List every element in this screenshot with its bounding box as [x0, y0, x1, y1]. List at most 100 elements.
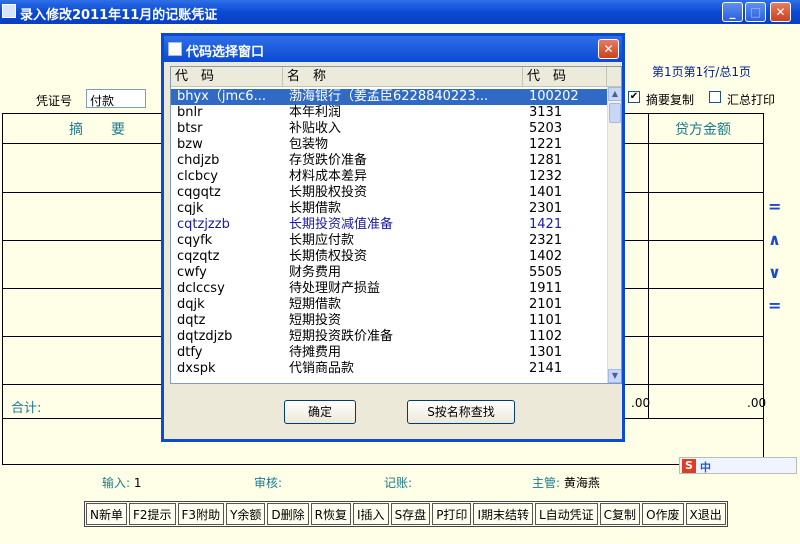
name-cell: 短期投资跌价准备 — [289, 329, 394, 344]
total-label: 合计: — [11, 401, 42, 416]
col-code-header[interactable]: 代 码 — [171, 67, 283, 87]
name-cell: 短期借款 — [289, 297, 342, 312]
code-list-header: 代 码 名 称 代 码 — [171, 67, 621, 87]
nav-first-button[interactable]: = — [768, 197, 781, 216]
scroll-up-icon[interactable]: ▲ — [608, 87, 621, 101]
total-credit: .00 — [747, 396, 767, 410]
code-list-scrollbar[interactable]: ▲ ▼ — [607, 87, 621, 383]
dialog-title-bar: 代码选择窗口 ✕ — [164, 36, 622, 62]
code-list-item[interactable]: bzw 包装物 1221 — [171, 137, 607, 153]
page-info: 第1页第1行/总1页 — [652, 65, 751, 79]
code-cell: dqjk — [177, 297, 205, 312]
col-name-header[interactable]: 名 称 — [283, 67, 523, 87]
code-list-item[interactable]: cqtzjzzb 长期投资减值准备 1421 — [171, 217, 607, 233]
save-button[interactable]: S存盘 — [390, 503, 431, 525]
copy-button[interactable]: C复制 — [599, 503, 641, 525]
window-title: 录入修改2011年11月的记账凭证 — [20, 8, 218, 23]
code-list[interactable]: 代 码 名 称 代 码 bhyx（jmc6... 渤海银行（姜孟臣62288402… — [170, 66, 622, 384]
code-list-rows: bhyx（jmc6... 渤海银行（姜孟臣6228840223... 100202 b… — [171, 89, 607, 377]
code-list-item[interactable]: dxspk 代销商品款 2141 — [171, 361, 607, 377]
summary-print-checkbox[interactable] — [709, 91, 721, 103]
code-list-item[interactable]: dqjk 短期借款 2101 — [171, 297, 607, 313]
code-cell: cqyfk — [177, 233, 213, 248]
search-by-name-button[interactable]: S按名称查找 — [407, 400, 515, 424]
window-title-bar: 录入修改2011年11月的记账凭证 _ □ ✕ — [0, 0, 800, 24]
code-list-item[interactable]: chdjzb 存货跌价准备 1281 — [171, 153, 607, 169]
name-cell: 待处理财产损益 — [289, 281, 381, 296]
hint-button[interactable]: F2提示 — [128, 503, 176, 525]
code-cell: dtfy — [177, 345, 203, 360]
scroll-down-icon[interactable]: ▼ — [608, 369, 621, 383]
nav-prev-button[interactable]: ∧ — [768, 230, 781, 249]
auto-voucher-button[interactable]: L自动凭证 — [534, 503, 598, 525]
code-list-item[interactable]: cqjk 长期借款 2301 — [171, 201, 607, 217]
supervisor-status: 主管: 黄海燕 — [532, 474, 600, 491]
exit-button[interactable]: X退出 — [685, 503, 726, 525]
number-cell: 1301 — [529, 345, 563, 360]
balance-button[interactable]: Y余额 — [226, 503, 266, 525]
code-cell: cqtzjzzb — [177, 217, 230, 232]
code-list-item[interactable]: clcbcy 材料成本差异 1232 — [171, 169, 607, 185]
code-cell: cqzqtz — [177, 249, 220, 264]
code-cell: dqtzdjzb — [177, 329, 233, 344]
code-list-item[interactable]: cqgqtz 长期股权投资 1401 — [171, 185, 607, 201]
dialog-icon — [168, 42, 182, 56]
code-list-item[interactable]: dtfy 待摊费用 1301 — [171, 345, 607, 361]
scroll-thumb[interactable] — [609, 103, 621, 123]
voucher-type-select[interactable]: 付款 — [86, 89, 146, 108]
name-cell: 材料成本差异 — [289, 169, 368, 184]
number-cell: 100202 — [529, 89, 579, 104]
nav-last-button[interactable]: = — [768, 296, 781, 315]
code-list-item[interactable]: btsr 补贴收入 5203 — [171, 121, 607, 137]
number-cell: 2101 — [529, 297, 563, 312]
period-end-transfer-button[interactable]: I期末结转 — [473, 503, 533, 525]
code-list-item[interactable]: cqzqtz 长期债权投资 1402 — [171, 249, 607, 265]
void-button[interactable]: O作废 — [642, 503, 684, 525]
code-list-item[interactable]: dclccsy 待处理财产损益 1911 — [171, 281, 607, 297]
copy-summary-checkbox[interactable]: ✔ — [628, 91, 640, 103]
col-credit-header: 贷方金额 — [675, 122, 731, 138]
number-cell: 1401 — [529, 185, 563, 200]
maximize-button[interactable]: □ — [745, 2, 766, 22]
code-list-item[interactable]: dqtz 短期投资 1101 — [171, 313, 607, 329]
code-list-item[interactable]: bnlr 本年利润 3131 — [171, 105, 607, 121]
supervisor-value: 黄海燕 — [563, 476, 600, 490]
window-close-button[interactable]: ✕ — [770, 2, 791, 22]
nav-next-button[interactable]: ∨ — [768, 263, 781, 282]
code-list-item[interactable]: bhyx（jmc6... 渤海银行（姜孟臣6228840223... 100202 — [171, 89, 607, 105]
col-summary-header: 摘 要 — [69, 122, 125, 138]
number-cell: 1102 — [529, 329, 563, 344]
delete-button[interactable]: D删除 — [267, 503, 309, 525]
name-cell: 代销商品款 — [289, 361, 355, 376]
name-cell: 渤海银行（姜孟臣6228840223... — [289, 89, 489, 104]
code-cell: dxspk — [177, 361, 216, 376]
ime-toolbar[interactable]: S 中 — [679, 457, 797, 474]
code-cell: dclccsy — [177, 281, 225, 296]
minimize-button[interactable]: _ — [722, 2, 743, 22]
new-voucher-button[interactable]: N新单 — [86, 503, 127, 525]
number-cell: 1101 — [529, 313, 563, 328]
code-cell: cqgqtz — [177, 185, 221, 200]
number-cell: 1281 — [529, 153, 563, 168]
name-cell: 长期应付款 — [289, 233, 355, 248]
copy-summary-label: 摘要复制 — [646, 93, 695, 107]
number-cell: 5505 — [529, 265, 563, 280]
grid-col-line — [648, 114, 649, 418]
number-cell: 1421 — [529, 217, 563, 232]
code-cell: bnlr — [177, 105, 203, 120]
code-list-item[interactable]: cqyfk 长期应付款 2321 — [171, 233, 607, 249]
dialog-close-button[interactable]: ✕ — [598, 39, 619, 59]
restore-button[interactable]: R恢复 — [310, 503, 352, 525]
name-cell: 短期投资 — [289, 313, 342, 328]
code-list-item[interactable]: cwfy 财务费用 5505 — [171, 265, 607, 281]
col-number-header[interactable]: 代 码 — [523, 67, 607, 87]
name-cell: 长期投资减值准备 — [289, 217, 394, 232]
assist-button[interactable]: F3附助 — [177, 503, 225, 525]
code-cell: clcbcy — [177, 169, 218, 184]
number-cell: 5203 — [529, 121, 563, 136]
insert-button[interactable]: I插入 — [353, 503, 389, 525]
print-button[interactable]: P打印 — [432, 503, 472, 525]
ok-button[interactable]: 确定 — [284, 400, 356, 424]
name-cell: 包装物 — [289, 137, 329, 152]
code-list-item[interactable]: dqtzdjzb 短期投资跌价准备 1102 — [171, 329, 607, 345]
